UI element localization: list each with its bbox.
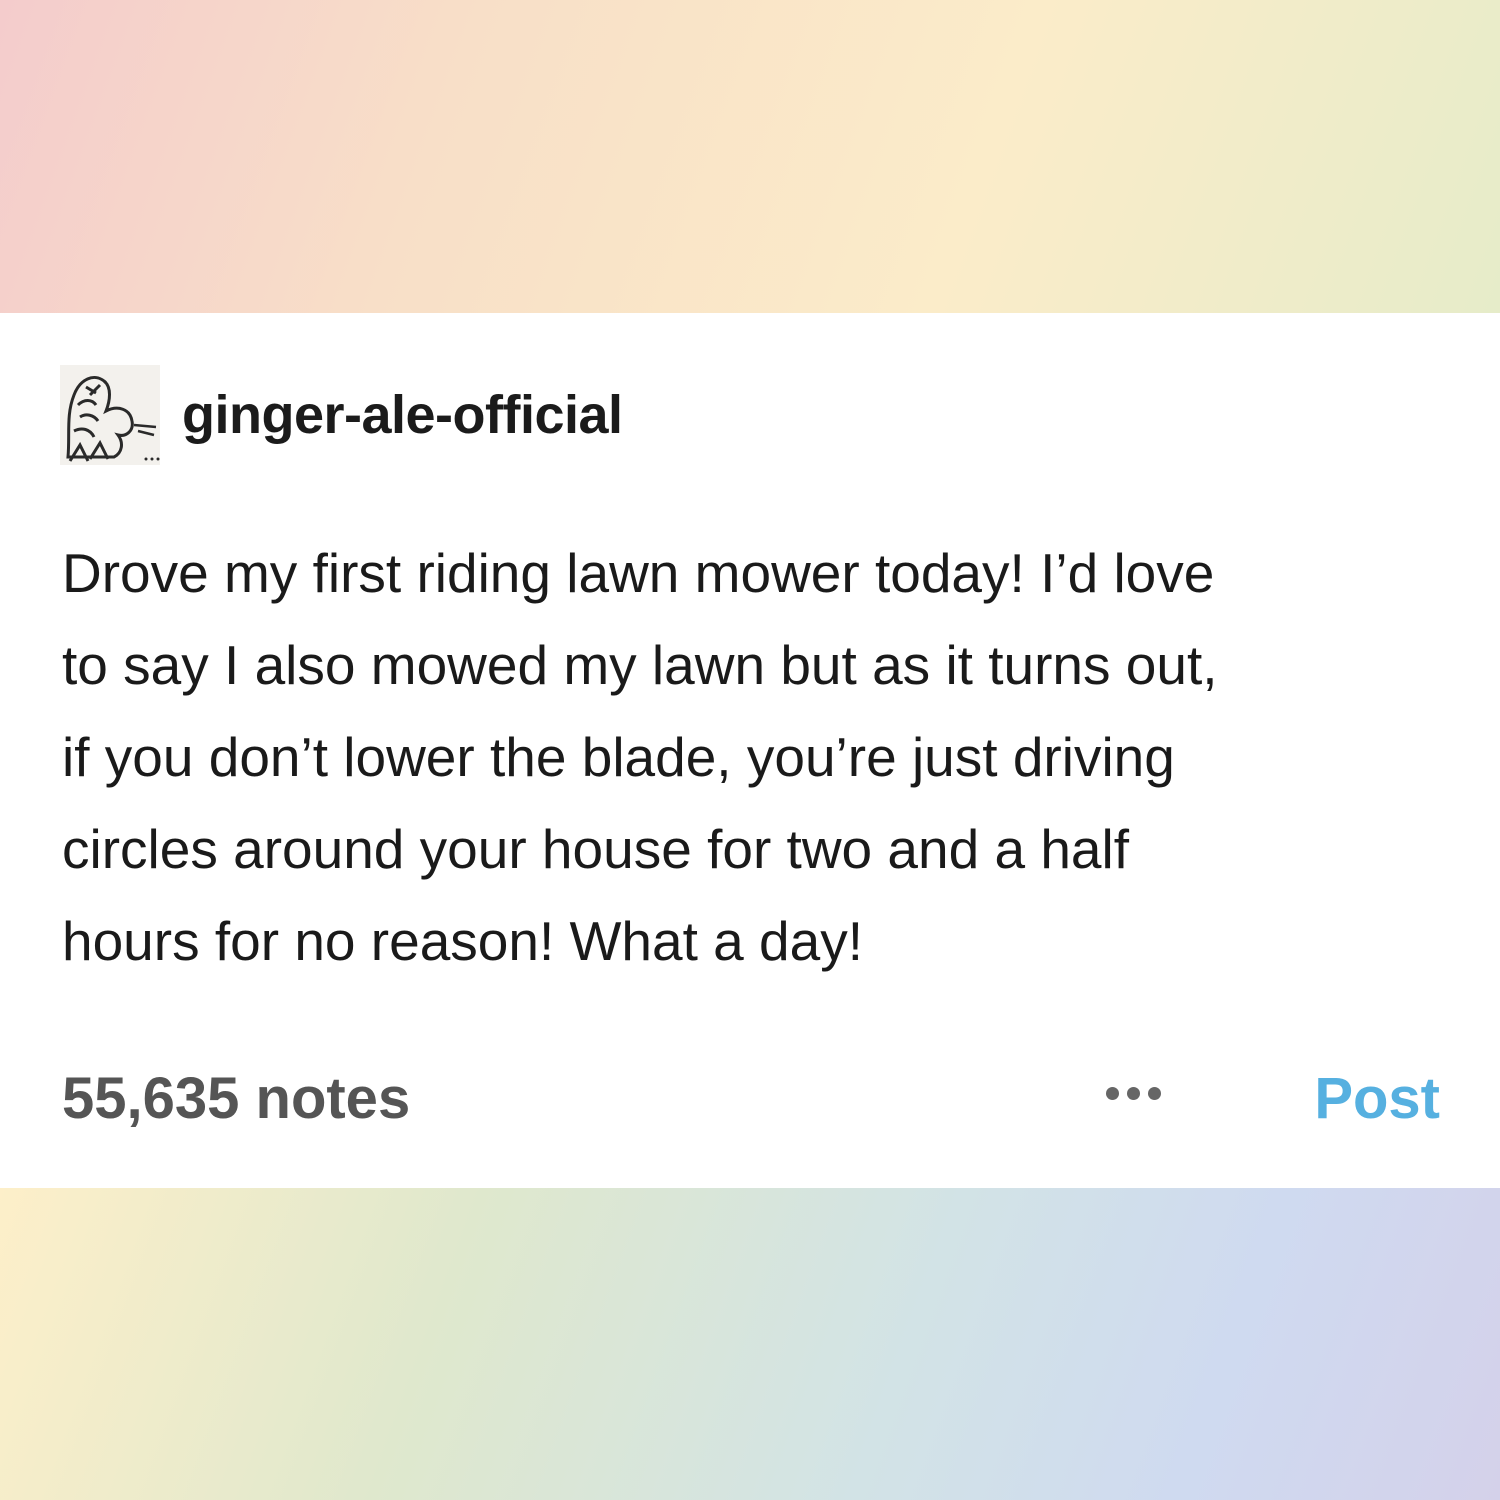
post-body-line: hours for no reason! What a day! (62, 910, 863, 972)
ellipsis-dot (1106, 1087, 1119, 1100)
post-card: ginger-ale-official Drove my first ridin… (0, 313, 1500, 1188)
ellipsis-dot (1148, 1087, 1161, 1100)
avatar[interactable] (60, 365, 160, 465)
post-body-line: circles around your house for two and a … (62, 818, 1129, 880)
notes-count[interactable]: 55,635 notes (62, 1065, 410, 1132)
ellipsis-dot (1127, 1087, 1140, 1100)
post-body: Drove my first riding lawn mower today! … (62, 527, 1462, 987)
post-header: ginger-ale-official (60, 365, 623, 465)
username-link[interactable]: ginger-ale-official (182, 384, 623, 446)
gradient-background-top (0, 0, 1500, 313)
post-body-line: if you don’t lower the blade, you’re jus… (62, 726, 1175, 788)
post-footer: 55,635 notes Post (62, 1065, 1440, 1135)
post-body-line: to say I also mowed my lawn but as it tu… (62, 634, 1218, 696)
post-body-line: Drove my first riding lawn mower today! … (62, 542, 1215, 604)
ellipsis-icon[interactable] (1106, 1087, 1161, 1100)
post-button[interactable]: Post (1314, 1065, 1440, 1132)
gradient-background-bottom (0, 1188, 1500, 1500)
